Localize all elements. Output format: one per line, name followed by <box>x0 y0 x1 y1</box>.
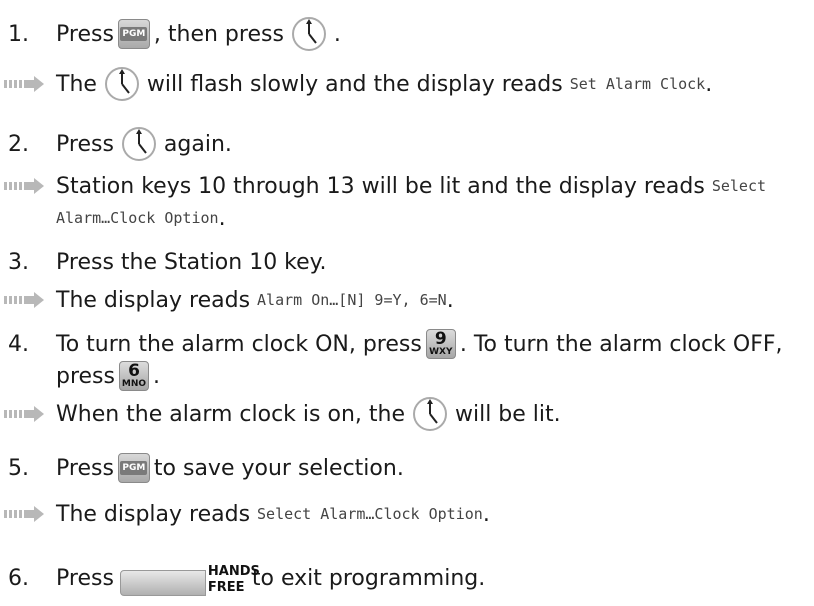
step-text: . To turn the alarm clock OFF, <box>459 331 783 357</box>
step-text: To turn the alarm clock ON, press <box>56 331 422 357</box>
result-arrow-icon <box>4 178 44 194</box>
display-text: Select <box>711 177 767 195</box>
step-number: 5. <box>8 455 29 481</box>
keypad-9-icon: 9 WXY <box>425 329 456 359</box>
display-text: Select Alarm…Clock Option <box>257 505 483 523</box>
alarm-clock-icon <box>412 397 447 431</box>
step-text: Press the Station 10 key. <box>56 249 327 275</box>
result-text: When the alarm clock is on, the <box>56 401 405 427</box>
step-text: Press <box>56 21 114 47</box>
result-text: will flash slowly and the display reads <box>146 71 563 97</box>
result-arrow-icon <box>4 76 44 92</box>
step-text: press <box>56 363 115 389</box>
result-text: The <box>56 71 97 97</box>
step-text: again. <box>163 131 232 157</box>
step-text: . <box>333 21 341 47</box>
step-number: 6. <box>8 565 29 591</box>
display-text: Set Alarm Clock <box>569 75 706 93</box>
step-number: 3. <box>8 249 29 275</box>
result-text: will be lit. <box>454 401 561 427</box>
display-text: Alarm…Clock Option <box>56 209 219 227</box>
step-text: to exit programming. <box>251 565 486 591</box>
hands-free-key-icon: HANDS FREE <box>119 560 260 596</box>
step-text: , then press <box>153 21 284 47</box>
step-text: Press <box>56 455 114 481</box>
alarm-clock-icon <box>291 17 326 51</box>
pgm-key-icon: PGM <box>117 19 150 49</box>
step-text: to save your selection. <box>153 455 404 481</box>
step-text: Press <box>56 565 114 591</box>
result-arrow-icon <box>4 406 44 422</box>
result-arrow-icon <box>4 506 44 522</box>
keypad-6-icon: 6 MNO <box>119 361 149 391</box>
display-text: Alarm On…[N] 9=Y, 6=N <box>257 291 447 309</box>
step-number: 1. <box>8 21 29 47</box>
step-number: 2. <box>8 131 29 157</box>
result-arrow-icon <box>4 292 44 308</box>
pgm-key-icon: PGM <box>117 453 150 483</box>
alarm-clock-icon <box>121 127 156 161</box>
step-text: Press <box>56 131 114 157</box>
result-text: The display reads <box>56 287 251 313</box>
instructions: 1. Press PGM , then press . The will fla… <box>0 0 814 606</box>
step-number: 4. <box>8 331 29 357</box>
result-text: Station keys 10 through 13 will be lit a… <box>56 173 705 199</box>
alarm-clock-icon <box>104 67 139 101</box>
result-text: The display reads <box>56 501 251 527</box>
